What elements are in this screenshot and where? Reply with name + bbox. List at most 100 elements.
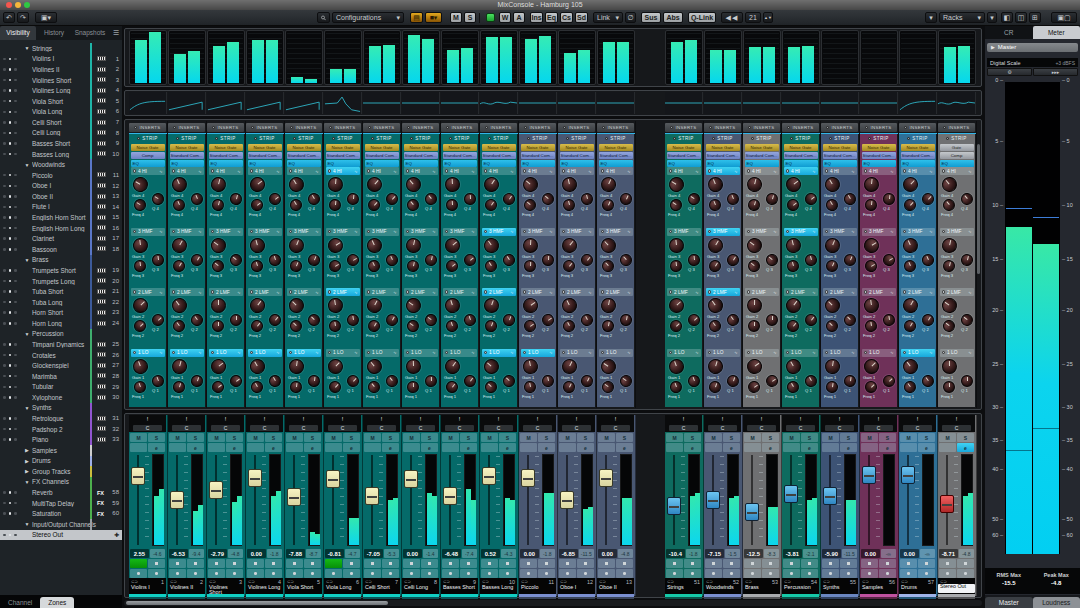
eq-gain-knob-4[interactable] bbox=[666, 174, 687, 195]
eq-q-knob-1[interactable] bbox=[228, 372, 245, 389]
edit-button[interactable]: e bbox=[577, 443, 594, 452]
eq-q-knob-2[interactable] bbox=[579, 312, 595, 328]
strip-module-eq[interactable]: EQ bbox=[482, 160, 516, 167]
strip-module-eq[interactable]: EQ bbox=[365, 160, 399, 167]
eq-freq-knob-3[interactable] bbox=[327, 257, 344, 274]
eq-q-knob-1[interactable] bbox=[686, 373, 701, 388]
eq-q-knob-1[interactable] bbox=[384, 372, 401, 389]
strip-module-gate[interactable]: Noise Gate bbox=[901, 144, 935, 151]
setup-window-layout-button[interactable]: ⊞ bbox=[1029, 12, 1041, 23]
eq-gain-knob-2[interactable] bbox=[286, 295, 307, 316]
automation-write-button[interactable] bbox=[723, 569, 740, 578]
pan-control[interactable]: C bbox=[363, 423, 400, 432]
monitor-button[interactable] bbox=[481, 559, 498, 568]
expander-icon[interactable]: ▼ bbox=[22, 162, 32, 168]
automation-read-button[interactable] bbox=[559, 569, 576, 578]
inserts-slot[interactable]: INSERTS bbox=[938, 123, 975, 132]
sidebar-item-oboe-ii[interactable]: Oboe II13 bbox=[0, 191, 122, 202]
eq-band-header-3[interactable]: 3 HMF∿ bbox=[521, 228, 555, 236]
strip-module-eq[interactable]: EQ bbox=[248, 160, 282, 167]
solo-button[interactable]: S bbox=[226, 433, 243, 442]
visibility-dots[interactable] bbox=[0, 237, 22, 240]
strip-module-comp[interactable]: Standard Com... bbox=[209, 152, 243, 159]
sidebar-item-celli-short[interactable]: Celli Short7 bbox=[0, 117, 122, 128]
eq-freq-knob-2[interactable] bbox=[249, 318, 266, 335]
tab-history[interactable]: History bbox=[36, 26, 72, 40]
strip-slot[interactable]: STRIP bbox=[743, 134, 780, 143]
monitor-button[interactable] bbox=[169, 559, 186, 568]
eq-freq-knob-1[interactable] bbox=[825, 380, 839, 394]
inserts-slot[interactable]: INSERTS bbox=[129, 123, 166, 132]
visibility-dots[interactable] bbox=[0, 185, 22, 188]
eq-q-knob-2[interactable] bbox=[501, 312, 516, 327]
eq-gain-knob-4[interactable] bbox=[520, 174, 541, 195]
solo-button[interactable]: S bbox=[538, 433, 555, 442]
listen-button[interactable] bbox=[822, 443, 839, 452]
monitor-button[interactable] bbox=[744, 559, 761, 568]
eq-band-header-2[interactable]: 2 LMF∿ bbox=[404, 288, 438, 296]
strip-module-gate[interactable]: Noise Gate bbox=[745, 144, 779, 151]
eq-gain-knob-1[interactable] bbox=[406, 358, 422, 374]
eq-band-header-3[interactable]: 3 HMF∿ bbox=[482, 228, 516, 236]
strip-slot[interactable]: STRIP bbox=[860, 134, 897, 143]
automation-write-button[interactable] bbox=[226, 569, 243, 578]
sidebar-item-trumpets-long[interactable]: Trumpets Long20 bbox=[0, 276, 122, 287]
bypass-eq-button[interactable]: Eq bbox=[545, 12, 558, 23]
inserts-slot[interactable]: INSERTS bbox=[704, 123, 741, 132]
monitor-button[interactable] bbox=[900, 559, 917, 568]
strip-module-gate[interactable]: Noise Gate bbox=[784, 144, 818, 151]
eq-freq-knob-4[interactable] bbox=[562, 198, 576, 212]
eq-band-header-2[interactable]: 2 LMF∿ bbox=[940, 288, 974, 296]
eq-band-header-2[interactable]: 2 LMF∿ bbox=[745, 288, 779, 296]
strip-module-eq[interactable]: EQ bbox=[745, 160, 779, 167]
eq-freq-knob-4[interactable] bbox=[522, 197, 539, 214]
eq-q-knob-1[interactable] bbox=[961, 374, 973, 386]
listen-button[interactable] bbox=[520, 443, 537, 452]
eq-band-header-2[interactable]: 2 LMF∿ bbox=[209, 288, 243, 296]
sidebar-item-tuba-long[interactable]: Tuba Long22 bbox=[0, 297, 122, 308]
strip-module-gate[interactable]: Noise Gate bbox=[326, 144, 360, 151]
mute-button[interactable]: M bbox=[403, 433, 420, 442]
automation-write-button[interactable] bbox=[801, 569, 818, 578]
solo-button[interactable]: S bbox=[879, 433, 896, 442]
listen-button[interactable] bbox=[598, 443, 615, 452]
automation-write-button[interactable] bbox=[840, 569, 857, 578]
eq-band-header-2[interactable]: 2 LMF∿ bbox=[287, 288, 321, 296]
eq-freq-knob-1[interactable] bbox=[561, 378, 577, 394]
eq-band-header-4[interactable]: 4 HI∿ bbox=[599, 167, 633, 175]
record-button[interactable] bbox=[148, 559, 165, 568]
eq-q-knob-3[interactable] bbox=[501, 251, 518, 268]
strip-module-gate[interactable]: Noise Gate bbox=[667, 144, 701, 151]
read-automation-button[interactable]: A bbox=[513, 12, 525, 23]
eq-band-header-3[interactable]: 3 HMF∿ bbox=[901, 228, 935, 236]
eq-band-header-1[interactable]: 1 LO∿ bbox=[667, 349, 701, 357]
sidebar-item-clarinet[interactable]: Clarinet17 bbox=[0, 233, 122, 244]
record-button[interactable] bbox=[616, 559, 633, 568]
eq-band-header-4[interactable]: 4 HI∿ bbox=[667, 167, 701, 175]
eq-gain-knob-3[interactable] bbox=[861, 235, 882, 256]
eq-q-knob-3[interactable] bbox=[306, 252, 322, 268]
eq-gain-knob-1[interactable] bbox=[559, 356, 579, 376]
eq-band-header-2[interactable]: 2 LMF∿ bbox=[365, 288, 399, 296]
eq-freq-knob-3[interactable] bbox=[786, 258, 801, 273]
inserts-slot[interactable]: INSERTS bbox=[168, 123, 205, 132]
monitor-button[interactable] bbox=[286, 559, 303, 568]
eq-gain-knob-3[interactable] bbox=[405, 236, 423, 254]
sidebar-group-synths[interactable]: ▼Synths bbox=[0, 403, 122, 414]
strip-module-eq[interactable]: EQ bbox=[404, 160, 438, 167]
eq-gain-knob-1[interactable] bbox=[942, 358, 957, 373]
monitor-button[interactable] bbox=[861, 559, 878, 568]
eq-q-knob-4[interactable] bbox=[150, 191, 166, 207]
monitor-button[interactable] bbox=[598, 559, 615, 568]
expander-icon[interactable]: ▼ bbox=[22, 257, 32, 263]
eq-gain-knob-4[interactable] bbox=[745, 175, 763, 193]
eq-freq-knob-3[interactable] bbox=[746, 257, 763, 274]
link-group-button[interactable]: ▤ bbox=[410, 12, 423, 23]
listen-button[interactable] bbox=[481, 443, 498, 452]
eq-freq-knob-3[interactable] bbox=[824, 258, 840, 274]
automation-read-button[interactable] bbox=[822, 569, 839, 578]
eq-gain-knob-3[interactable] bbox=[941, 236, 959, 254]
eq-gain-knob-2[interactable] bbox=[211, 298, 226, 313]
inserts-slot[interactable]: INSERTS bbox=[558, 123, 595, 132]
edit-button[interactable]: e bbox=[265, 443, 282, 452]
